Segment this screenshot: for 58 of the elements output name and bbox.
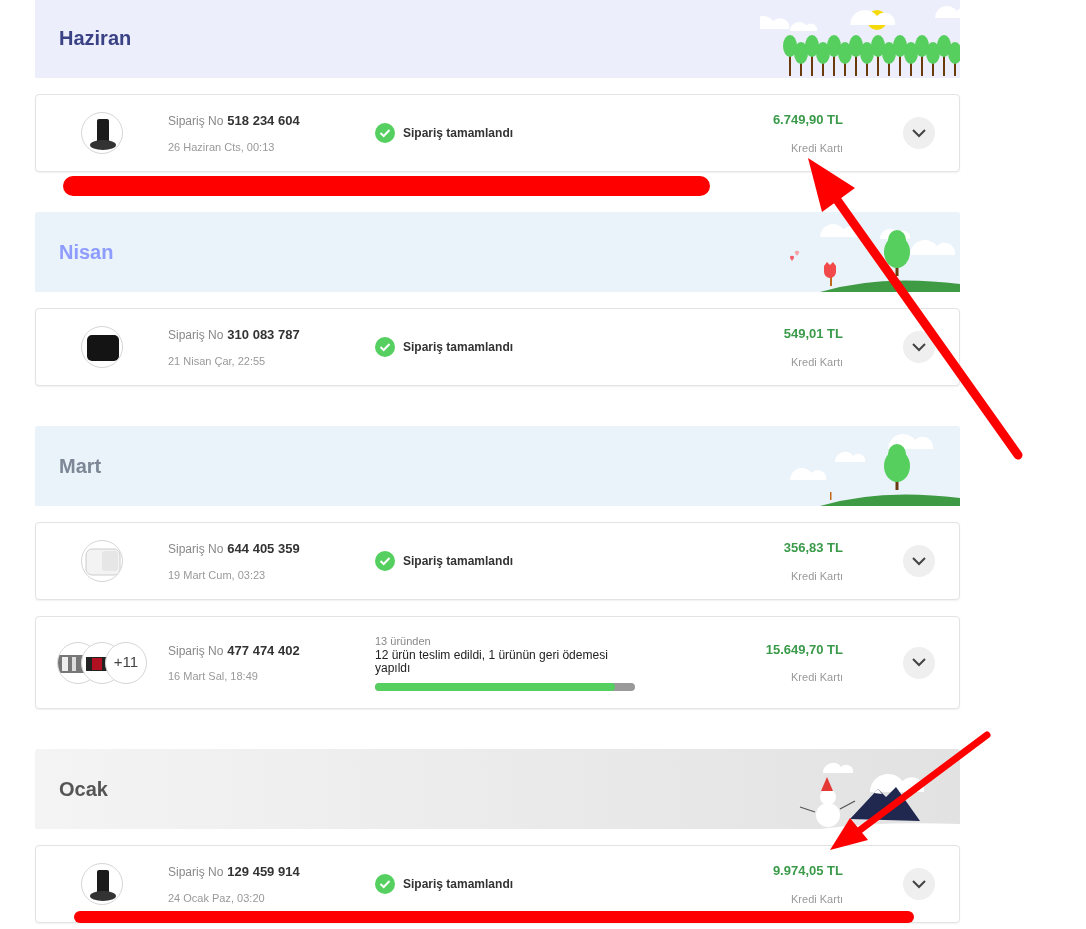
order-total: 15.649,70 TL [765, 640, 843, 659]
month-title: Nisan [59, 240, 114, 265]
order-date: 19 Mart Cum, 03:23 [168, 567, 267, 583]
payment-method: Kredi Kartı [791, 354, 843, 370]
order-number-label: Sipariş No [168, 113, 224, 130]
order-number-label: Sipariş No [168, 642, 224, 660]
chevron-down-icon [912, 128, 926, 138]
order-status: Sipariş tamamlandı [403, 553, 514, 570]
product-image [81, 540, 123, 582]
expand-button[interactable] [903, 646, 935, 679]
expand-button[interactable] [903, 117, 935, 149]
chevron-down-icon [912, 556, 926, 566]
expand-button[interactable] [903, 545, 935, 577]
order-status: Sipariş tamamlandı [403, 876, 514, 893]
check-circle-icon [375, 337, 395, 357]
month-title: Ocak [59, 777, 108, 802]
order-total: 6.749,90 TL [772, 111, 843, 129]
order-total: 549,01 TL [783, 325, 843, 343]
order-date: 24 Ocak Paz, 03:20 [168, 890, 266, 906]
payment-method: Kredi Kartı [791, 891, 843, 907]
expand-button[interactable] [903, 868, 935, 900]
month-title: Mart [59, 454, 102, 479]
check-circle-icon [375, 551, 395, 571]
check-circle-icon [375, 123, 395, 143]
product-image [81, 326, 123, 368]
order-card[interactable]: +11 Sipariş No 477 474 402 16 Mart Sal, 18:49 13 üründen 12 ürün teslim edildi, 1 ürünün geri ödemesi yapıldı 15.649,70 TL Kredi Kartı [35, 616, 960, 709]
expand-button[interactable] [903, 331, 935, 363]
month-title: Haziran [59, 26, 132, 51]
order-number-label: Sipariş No [168, 541, 224, 558]
order-total: 356,83 TL [783, 539, 843, 557]
payment-method: Kredi Kartı [791, 568, 843, 584]
order-date: 16 Mart Sal, 18:49 [168, 669, 259, 684]
chevron-down-icon [912, 658, 926, 667]
order-card[interactable]: Sipariş No 518 234 604 26 Haziran Cts, 00:13 Sipariş tamamlandı 6.749,90 TL Kredi Kartı [35, 94, 960, 172]
order-date: 21 Nisan Çar, 22:55 [168, 353, 267, 369]
more-items-count: +11 [105, 641, 147, 684]
order-number: 310 083 787 [227, 326, 300, 344]
order-number-label: Sipariş No [168, 864, 224, 881]
product-image [81, 112, 123, 154]
order-status: Sipariş tamamlandı [403, 339, 514, 356]
product-image [81, 863, 123, 905]
order-number: 518 234 604 [227, 112, 300, 130]
payment-method: Kredi Kartı [791, 140, 843, 156]
order-card[interactable]: Sipariş No 644 405 359 19 Mart Cum, 03:23 Sipariş tamamlandı 356,83 TL Kredi Kartı [35, 522, 960, 600]
check-circle-icon [375, 874, 395, 894]
order-date: 26 Haziran Cts, 00:13 [168, 139, 276, 155]
order-number: 129 459 914 [227, 863, 300, 881]
payment-method: Kredi Kartı [791, 670, 843, 685]
order-number: 477 474 402 [227, 641, 300, 660]
chevron-down-icon [912, 879, 926, 889]
order-total: 9.974,05 TL [772, 862, 843, 880]
item-count: 13 üründen [375, 634, 432, 648]
order-card[interactable]: Sipariş No 310 083 787 21 Nisan Çar, 22:55 Sipariş tamamlandı 549,01 TL Kredi Kartı [35, 308, 960, 386]
order-number: 644 405 359 [227, 540, 300, 558]
order-status: 12 ürün teslim edildi, 1 ürünün geri ödemesi yapıldı [375, 649, 609, 675]
order-number-label: Sipariş No [168, 327, 224, 344]
order-status: Sipariş tamamlandı [403, 125, 514, 142]
chevron-down-icon [912, 342, 926, 352]
